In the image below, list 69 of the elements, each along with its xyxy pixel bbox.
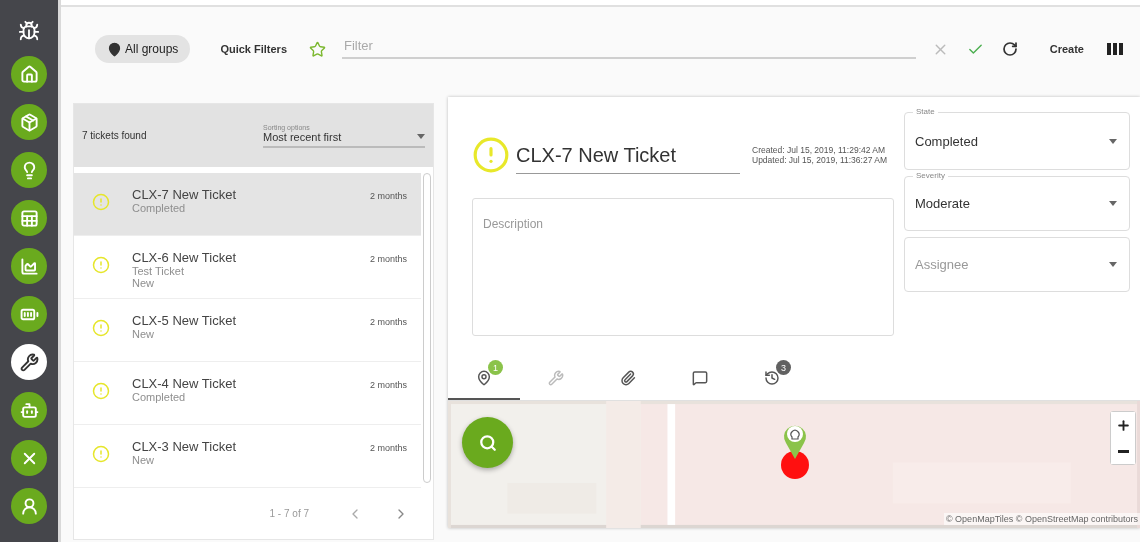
search-icon <box>478 433 497 452</box>
wrench-icon <box>19 352 39 372</box>
chart-icon <box>19 256 39 276</box>
ticket-age: 2 months <box>369 316 407 327</box>
create-button[interactable]: Create <box>1043 39 1090 59</box>
ticket-subtitle: New <box>132 454 155 466</box>
sidebar-item[interactable] <box>11 296 47 332</box>
warning-icon <box>92 193 110 211</box>
pin-icon <box>107 41 122 57</box>
minus-icon <box>1117 449 1129 453</box>
ticket-title: CLX-6 New Ticket <box>132 250 238 265</box>
warning-icon <box>92 256 110 274</box>
pagination-text: 1 - 7 of 7 <box>269 508 309 519</box>
robot-icon <box>19 400 39 420</box>
sidebar-item[interactable] <box>11 440 47 476</box>
quick-filters-button[interactable]: Quick Filters <box>214 39 293 59</box>
dropdown-caret-icon <box>1109 262 1117 267</box>
warning-icon <box>472 136 510 174</box>
table-icon <box>19 208 39 228</box>
ticket-age: 2 months <box>369 379 407 390</box>
ticket-title-field[interactable]: CLX-7 New Ticket <box>516 136 740 174</box>
ticket-subtitle: New <box>132 328 155 340</box>
ticket-title: CLX-5 New Ticket <box>132 313 238 328</box>
description-field[interactable]: Description <box>472 198 894 336</box>
ticket-count: 7 tickets found <box>82 130 147 141</box>
count-badge: 1 <box>488 360 503 375</box>
box-icon <box>19 112 39 132</box>
bug-logo-icon <box>18 20 40 42</box>
ticket-subtitle: New <box>132 277 155 289</box>
sidebar-item[interactable] <box>11 392 47 428</box>
sidebar-item[interactable] <box>11 56 47 92</box>
created-date: Created: Jul 15, 2019, 11:29:42 AM <box>752 145 887 155</box>
map-attribution: © OpenMapTiles © OpenStreetMap contributors <box>944 513 1140 525</box>
home-icon <box>19 64 39 84</box>
ticket-age: 2 months <box>369 253 407 264</box>
sidebar-item[interactable] <box>11 152 47 188</box>
detail-tab[interactable]: 3 <box>736 358 808 400</box>
sidebar-item[interactable] <box>11 104 47 140</box>
count-badge: 3 <box>776 360 791 375</box>
warning-icon <box>92 382 110 400</box>
ticket-subtitle: Test Ticket <box>132 265 185 277</box>
wrench-icon <box>548 370 564 386</box>
pin-icon <box>476 370 492 386</box>
ticket-subtitle: Completed <box>132 391 187 403</box>
sidebar-item[interactable] <box>11 488 47 524</box>
paperclip-icon <box>620 370 636 386</box>
sidebar-item[interactable] <box>11 248 47 284</box>
user-icon <box>19 496 39 516</box>
dropdown-caret-icon <box>1109 201 1117 206</box>
filter-field[interactable]: Filter <box>342 33 916 59</box>
ticket-age: 2 months <box>369 442 407 453</box>
ticket-title: CLX-3 New Ticket <box>132 439 238 454</box>
ticket-title: CLX-7 New Ticket <box>132 187 238 202</box>
ticket-age: 2 months <box>369 190 407 201</box>
comment-icon <box>692 370 708 386</box>
warning-icon <box>92 319 110 337</box>
warning-icon <box>92 445 110 463</box>
dropdown-caret-icon <box>417 134 425 139</box>
sidebar-item[interactable] <box>11 200 47 236</box>
plus-icon <box>1115 417 1131 433</box>
sidebar-item[interactable] <box>11 344 47 380</box>
ticket-title: CLX-4 New Ticket <box>132 376 238 391</box>
group-button[interactable]: All groups <box>95 35 191 63</box>
history-icon <box>764 370 780 386</box>
dropdown-caret-icon <box>1109 138 1117 144</box>
ticket-subtitle: Completed <box>132 202 187 214</box>
updated-date: Updated: Jul 15, 2019, 11:36:27 AM <box>752 155 887 165</box>
columns-icon[interactable] <box>1104 40 1126 58</box>
ticket-row[interactable]: CLX-7 New Ticket Completed 2 months <box>74 173 421 236</box>
